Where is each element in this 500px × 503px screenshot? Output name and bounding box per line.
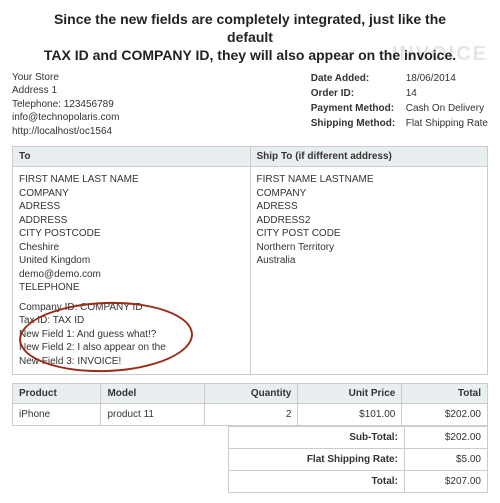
address-table: To Ship To (if different address) FIRST … (12, 146, 488, 375)
store-url: http://localhost/oc1564 (12, 125, 119, 139)
cell-total: $202.00 (402, 404, 488, 426)
annotation-text: Since the new fields are completely inte… (12, 10, 488, 65)
col-quantity: Quantity (205, 384, 298, 404)
total-label: Total: (229, 471, 405, 493)
cell-unit: $101.00 (298, 404, 402, 426)
custom-field-tax-id: Tax ID: TAX ID (19, 314, 244, 328)
col-product: Product (13, 384, 101, 404)
order-id-label: Order ID: (311, 86, 406, 101)
bill-to-cell: FIRST NAME LAST NAME COMPANY ADRESS ADDR… (13, 167, 251, 375)
to-header: To (13, 147, 251, 167)
totals-table: Sub-Total:$202.00 Flat Shipping Rate:$5.… (228, 426, 488, 493)
col-model: Model (101, 384, 205, 404)
payment-method-label: Payment Method: (311, 101, 406, 116)
store-address: Address 1 (12, 84, 119, 98)
products-table: Product Model Quantity Unit Price Total … (12, 383, 488, 426)
date-added-value: 18/06/2014 (406, 71, 456, 86)
cell-qty: 2 (205, 404, 298, 426)
payment-method-value: Cash On Delivery (406, 101, 484, 116)
subtotal-label: Sub-Total: (229, 427, 405, 449)
store-email: info@technopolaris.com (12, 111, 119, 125)
subtotal-value: $202.00 (404, 427, 487, 449)
shipping-method-label: Shipping Method: (311, 116, 406, 131)
shipping-value: $5.00 (404, 449, 487, 471)
date-added-label: Date Added: (311, 71, 406, 86)
ship-to-cell: FIRST NAME LASTNAME COMPANY ADRESS ADDRE… (250, 167, 488, 375)
custom-field-2: New Field 2: I also appear on the (19, 341, 244, 355)
shipto-header: Ship To (if different address) (250, 147, 488, 167)
total-value: $207.00 (404, 471, 487, 493)
custom-field-3: New Field 3: INVOICE! (19, 355, 244, 369)
store-info: Your Store Address 1 Telephone: 12345678… (12, 71, 119, 139)
store-name: Your Store (12, 71, 119, 85)
order-meta: Date Added:18/06/2014 Order ID:14 Paymen… (311, 71, 488, 131)
custom-field-company-id: Company ID: COMPANY ID (19, 301, 244, 315)
col-total: Total (402, 384, 488, 404)
cell-model: product 11 (101, 404, 205, 426)
order-id-value: 14 (406, 86, 417, 101)
col-unit-price: Unit Price (298, 384, 402, 404)
cell-product: iPhone (13, 404, 101, 426)
custom-field-1: New Field 1: And guess what!? (19, 328, 244, 342)
shipping-method-value: Flat Shipping Rate (406, 116, 488, 131)
table-row: iPhone product 11 2 $101.00 $202.00 (13, 404, 488, 426)
shipping-label: Flat Shipping Rate: (229, 449, 405, 471)
store-telephone: Telephone: 123456789 (12, 98, 119, 112)
